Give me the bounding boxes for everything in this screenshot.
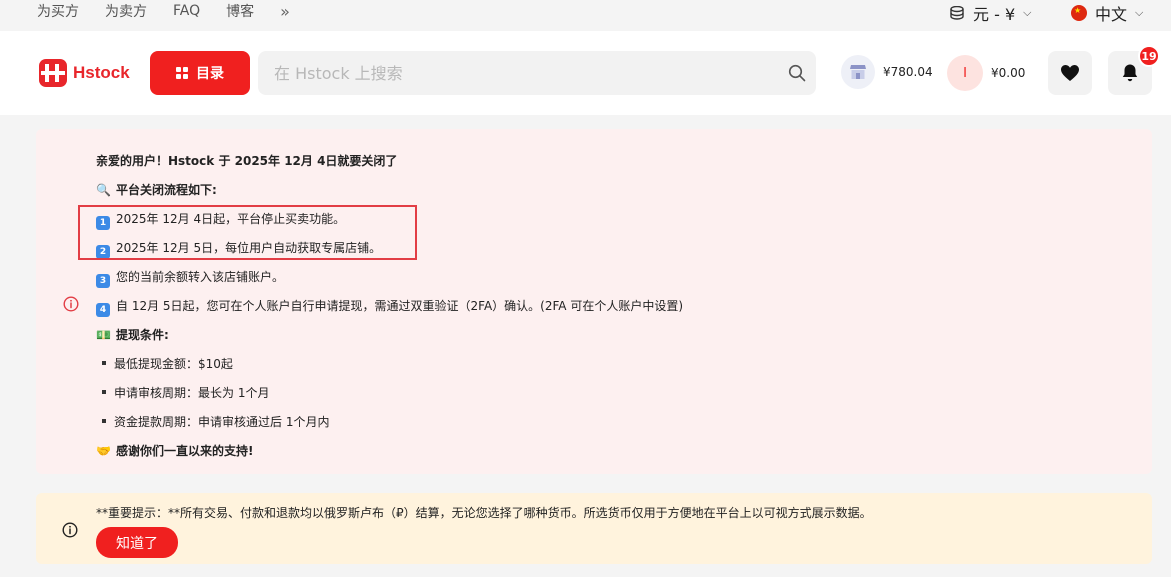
bullet-icon: [102, 390, 106, 394]
currency-warning: **重要提示：**所有交易、付款和退款均以俄罗斯卢布（₽）结算，无论您选择了哪种…: [36, 493, 1152, 564]
main-header: Hstock 目录 ¥780.04 I ¥0.00: [0, 31, 1171, 115]
notification-badge: 19: [1138, 45, 1160, 67]
favorites-button[interactable]: [1048, 51, 1092, 95]
heart-icon: [1061, 65, 1079, 81]
step-row: 3 您的当前余额转入该店铺账户。: [96, 268, 284, 288]
conditions-title-row: 💵 提现条件:: [96, 326, 169, 343]
logo-text: Hstock: [73, 63, 130, 82]
bullet-icon: [102, 419, 106, 423]
avatar: I: [947, 55, 983, 91]
more-nav-icon[interactable]: »: [280, 2, 290, 21]
user-balance-value: ¥0.00: [991, 66, 1026, 80]
condition-item: 申请审核周期：最长为 1个月: [96, 384, 269, 401]
step-row: 4 自 12月 5日起，您可在个人账户自行申请提现，需通过双重验证（2FA）确认。…: [96, 297, 683, 317]
search-icon[interactable]: [788, 64, 806, 82]
thanks-text: 感谢你们一直以来的支持!: [115, 444, 254, 458]
currency-selector[interactable]: 元 - ¥ ⌵: [949, 1, 1031, 25]
condition-text: 申请审核周期：最长为 1个月: [114, 386, 270, 400]
top-bar: 为买方 为卖方 FAQ 博客 » 元 - ¥ ⌵ 中文 ⌵: [0, 0, 1171, 26]
store-balance[interactable]: ¥780.04: [841, 55, 933, 89]
store-icon: [841, 55, 875, 89]
info-icon: [63, 296, 79, 312]
info-icon: [62, 522, 78, 538]
condition-text: 资金提款周期：申请审核通过后 1个月内: [114, 415, 330, 429]
condition-item: 最低提现金额：$10起: [96, 355, 233, 372]
user-balance[interactable]: I ¥0.00: [947, 55, 1025, 91]
notifications-button[interactable]: 19: [1108, 45, 1160, 95]
thanks-row: 🤝 感谢你们一直以来的支持!: [96, 442, 253, 459]
warning-text: **重要提示：**所有交易、付款和退款均以俄罗斯卢布（₽）结算，无论您选择了哪种…: [96, 506, 872, 520]
search-box: [258, 51, 816, 95]
nav-link-faq[interactable]: FAQ: [173, 3, 200, 19]
highlight-box: [78, 205, 417, 260]
condition-text: 最低提现金额：$10起: [114, 357, 233, 371]
catalog-label: 目录: [196, 66, 224, 82]
bullet-icon: [102, 361, 106, 365]
number-3-icon: 3: [96, 274, 110, 288]
top-nav: 为买方 为卖方 FAQ 博客 »: [37, 0, 316, 22]
catalog-button[interactable]: 目录: [150, 51, 250, 95]
nav-link-buyers[interactable]: 为买方: [37, 1, 79, 21]
number-4-icon: 4: [96, 303, 110, 317]
logo[interactable]: Hstock: [39, 59, 130, 87]
language-selector[interactable]: 中文 ⌵: [1071, 1, 1143, 25]
magnifier-icon: 🔍: [96, 183, 111, 197]
step-text: 您的当前余额转入该店铺账户。: [116, 270, 285, 284]
nav-link-blog[interactable]: 博客: [226, 1, 254, 21]
chevron-down-icon: ⌵: [1023, 6, 1032, 19]
shutdown-notice: 亲爱的用户！Hstock 于 2025年 12月 4日就要关闭了 🔍 平台关闭流程…: [36, 129, 1152, 474]
store-balance-value: ¥780.04: [883, 65, 933, 79]
step-text: 自 12月 5日起，您可在个人账户自行申请提现，需通过双重验证（2FA）确认。(…: [116, 299, 684, 313]
grid-icon: [176, 67, 188, 79]
bell-icon: [1122, 64, 1138, 82]
chevron-down-icon: ⌵: [1135, 6, 1144, 19]
money-icon: 💵: [96, 328, 111, 342]
currency-value: 元 - ¥: [973, 5, 1016, 24]
handshake-icon: 🤝: [96, 444, 111, 458]
logo-mark-icon: [39, 59, 67, 87]
nav-link-sellers[interactable]: 为卖方: [105, 1, 147, 21]
condition-item: 资金提款周期：申请审核通过后 1个月内: [96, 413, 329, 430]
language-value: 中文: [1095, 5, 1128, 24]
search-input[interactable]: [274, 51, 774, 95]
acknowledge-button[interactable]: 知道了: [96, 527, 178, 558]
process-title: 平台关闭流程如下:: [115, 183, 217, 197]
china-flag-icon: [1071, 5, 1087, 21]
notice-greeting: 亲爱的用户！Hstock 于 2025年 12月 4日就要关闭了: [96, 154, 398, 168]
conditions-title: 提现条件:: [115, 328, 169, 342]
coins-icon: [950, 6, 964, 20]
process-title-row: 🔍 平台关闭流程如下:: [96, 181, 217, 198]
